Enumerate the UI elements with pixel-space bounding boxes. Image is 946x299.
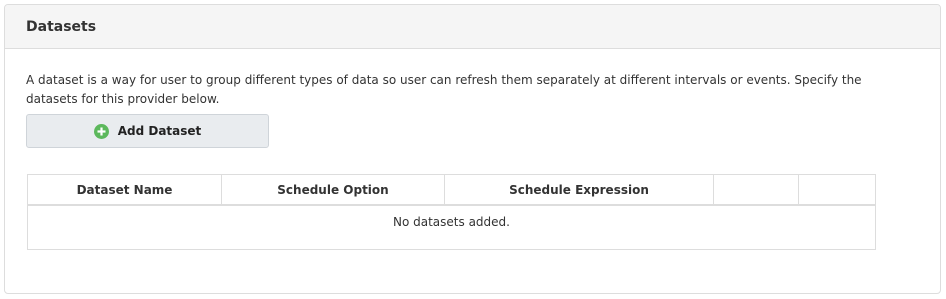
column-header-schedule-option: Schedule Option (221, 174, 445, 206)
table-header-row: Dataset Name Schedule Option Schedule Ex… (27, 174, 876, 206)
panel-description: A dataset is a way for user to group dif… (26, 73, 862, 106)
column-header-action-1 (713, 174, 799, 206)
add-dataset-button-label: Add Dataset (117, 124, 202, 138)
column-header-schedule-expression: Schedule Expression (444, 174, 714, 206)
column-header-dataset-name: Dataset Name (27, 174, 222, 206)
add-dataset-button[interactable]: Add Dataset (26, 114, 269, 148)
column-header-action-2 (798, 174, 876, 206)
datasets-panel: Datasets A dataset is a way for user to … (4, 4, 941, 294)
datasets-table: Dataset Name Schedule Option Schedule Ex… (27, 174, 876, 250)
table-empty-row: No datasets added. (27, 204, 876, 250)
empty-message: No datasets added. (27, 204, 876, 250)
plus-circle-icon (93, 123, 109, 139)
panel-title: Datasets (5, 5, 940, 49)
